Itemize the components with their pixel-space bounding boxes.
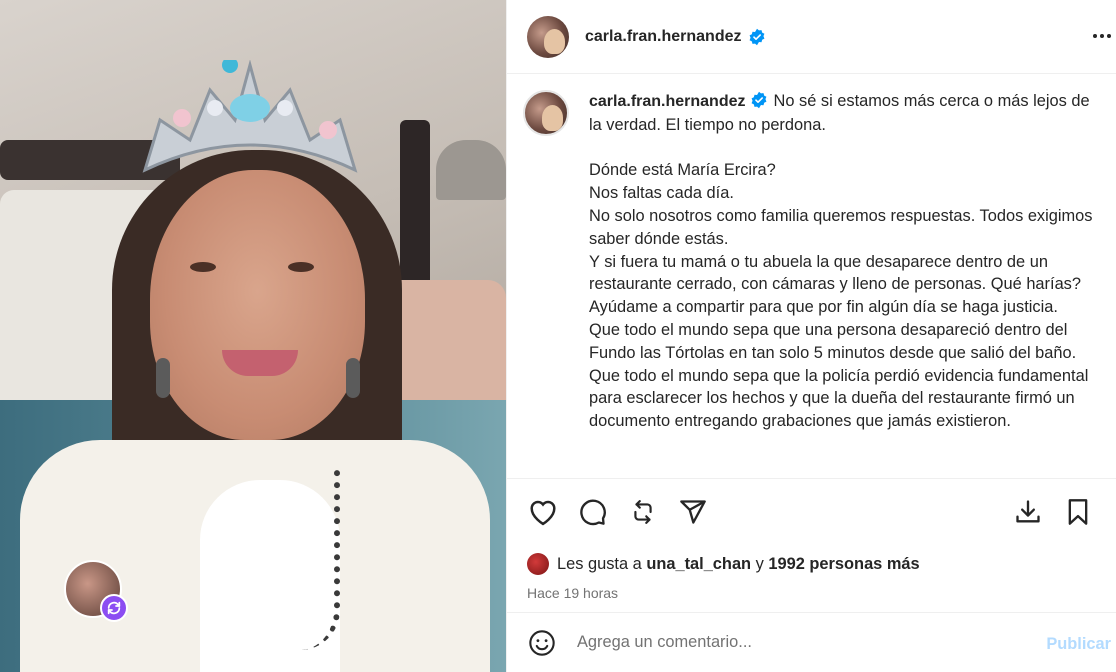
emoji-icon[interactable] (527, 628, 557, 658)
post-panel: carla.fran.hernandez carla.fran.hernande… (506, 0, 1116, 672)
verified-badge-icon (751, 91, 766, 109)
author-username[interactable]: carla.fran.hernandez (585, 28, 742, 46)
caption-author-avatar[interactable] (523, 90, 569, 136)
comment-bar: Publicar (507, 612, 1116, 672)
caption-body: No sé si estamos más cerca o más lejos d… (589, 92, 1093, 431)
photo-necklace (280, 470, 340, 650)
download-icon[interactable] (1010, 494, 1046, 530)
sync-icon (100, 594, 128, 622)
comment-input[interactable] (577, 633, 1017, 652)
photo-eye-left (190, 262, 216, 272)
verified-badge-icon (749, 28, 764, 45)
post-timestamp[interactable]: Hace 19 horas (507, 585, 1116, 605)
author-avatar[interactable] (527, 15, 569, 58)
photo-face (150, 170, 365, 440)
photo-eye-right (288, 262, 314, 272)
action-bar (507, 479, 1116, 545)
caption-section: carla.fran.hernandez No sé si estamos má… (507, 74, 1116, 479)
heart-icon[interactable] (525, 494, 561, 530)
collab-avatar[interactable] (64, 560, 128, 622)
post-header: carla.fran.hernandez (507, 0, 1116, 74)
photo-lamp (436, 140, 506, 200)
likes-count[interactable]: 1992 personas más (768, 555, 919, 574)
post-photo[interactable] (0, 0, 506, 672)
more-horizontal-icon[interactable] (1090, 24, 1114, 48)
caption-username[interactable]: carla.fran.hernandez (589, 93, 746, 110)
likes-summary: Les gusta a una_tal_chan y 1992 personas… (507, 549, 1116, 579)
bookmark-icon[interactable] (1060, 494, 1096, 530)
publish-button[interactable]: Publicar (1046, 635, 1111, 654)
liker-username[interactable]: una_tal_chan (646, 555, 751, 574)
comment-bubble-icon[interactable] (575, 494, 611, 530)
liker-avatar[interactable] (527, 553, 549, 575)
likes-connector: y (755, 554, 764, 573)
photo-earring-left (156, 358, 170, 398)
repost-icon[interactable] (625, 494, 661, 530)
send-icon[interactable] (675, 494, 711, 530)
photo-tiara (142, 60, 358, 173)
likes-prefix: Les gusta a (557, 554, 642, 573)
caption: carla.fran.hernandez No sé si estamos má… (589, 90, 1096, 478)
photo-earring-right (346, 358, 360, 398)
